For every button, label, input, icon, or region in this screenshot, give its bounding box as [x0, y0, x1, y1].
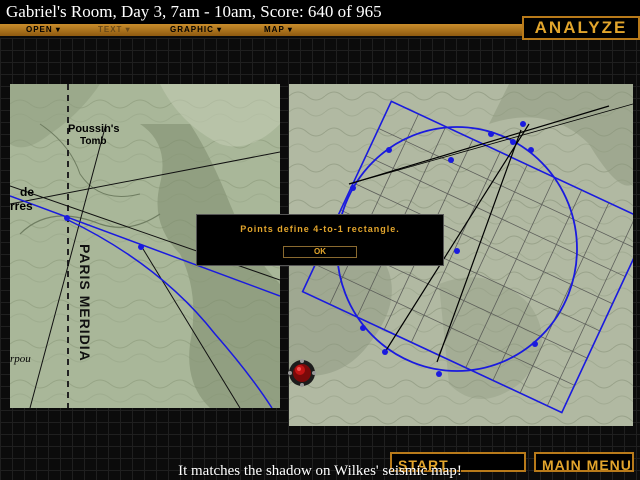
message-dialog: Points define 4-to-1 rectangle. OK	[196, 214, 444, 266]
dialog-message: Points define 4-to-1 rectangle.	[240, 224, 400, 234]
label-paris-meridian: PARIS MERIDIA	[77, 244, 93, 362]
rotate-knob-icon[interactable]	[287, 358, 317, 388]
label-pou: rpou	[10, 353, 31, 365]
menu-map[interactable]: MAP ▾	[264, 24, 293, 36]
menu-graphic[interactable]: GRAPHIC ▾	[170, 24, 222, 36]
label-de: de	[20, 185, 34, 199]
label-tomb-1: Poussin's	[68, 123, 120, 135]
menu-open[interactable]: OPEN ▾	[26, 24, 61, 36]
label-tomb-2: Tomb	[80, 136, 106, 147]
menu-bar: OPEN ▾ TEXT ▾ GRAPHIC ▾ MAP ▾	[0, 24, 522, 36]
caption-text: It matches the shadow on Wilkes' seismic…	[178, 463, 462, 479]
analyze-mode-label: ANALYZE	[522, 16, 640, 40]
label-rres: rres	[10, 199, 33, 213]
menu-text[interactable]: TEXT ▾	[98, 24, 131, 36]
dialog-ok-button[interactable]: OK	[283, 246, 357, 258]
